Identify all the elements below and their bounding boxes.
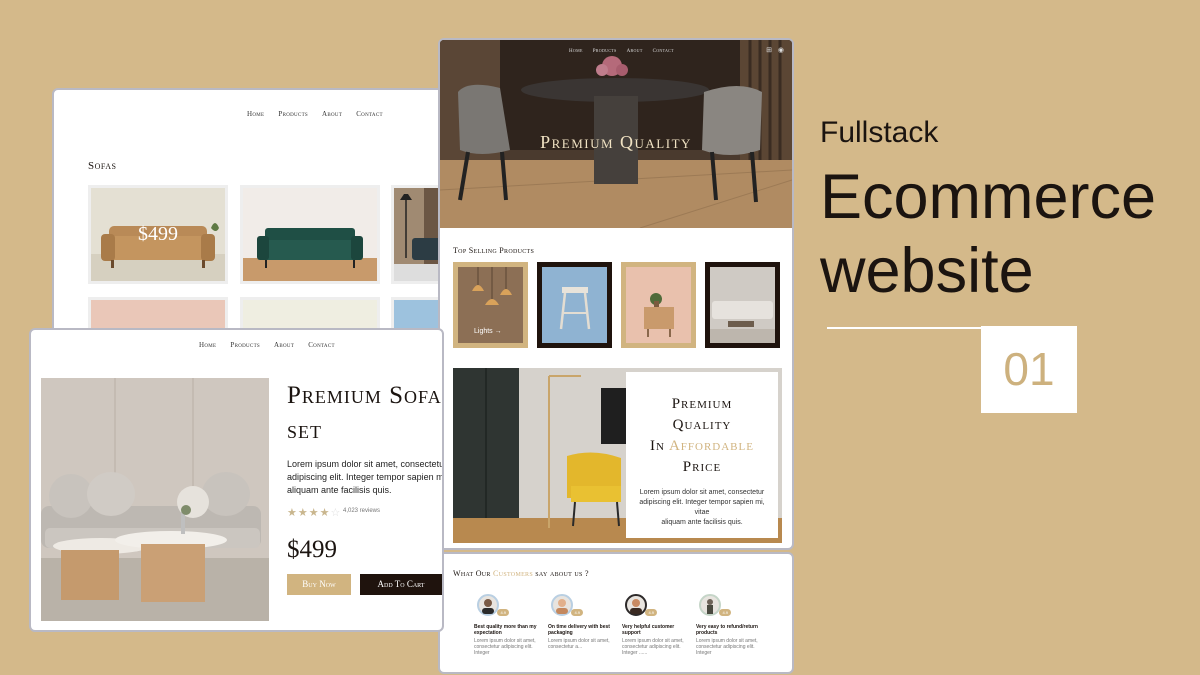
headline-line1: Ecommerce [820,162,1157,232]
nav-about[interactable]: About [627,48,643,54]
top-nav: Home Products About Contact [569,48,674,54]
living-room-image [41,378,269,621]
headline-title: Ecommerce website [820,160,1156,308]
product-detail-screenshot: Home Products About Contact Premium Sofa [29,328,444,632]
nav-products[interactable]: Products [278,110,308,118]
home-page-screenshot: Home Products About Contact ⊞ ◉ Premium … [438,38,794,550]
product-tile-lights[interactable]: Lights → [453,262,528,348]
product-title-line1: Premium Sofa [287,382,442,409]
episode-number: 01 [981,326,1077,413]
page-title: Sofas [88,160,117,172]
rating-badge: 4.9 [719,609,731,616]
nav-home[interactable]: Home [569,48,583,54]
sofas-page-screenshot: Home Products About Contact Sofas $499 [52,88,452,338]
avatar: 4.9 [699,594,731,616]
customer-photo-icon [482,599,494,614]
testimonial-body: Lorem ipsum dolor sit amet, consectetur a… [696,638,758,656]
desc-line: Lorem ipsum dolor sit amet, consectetur [639,489,765,496]
desc-line: Lorem ipsum dolor sit amet, consectetur [287,459,444,469]
avatar: 4.9 [477,594,509,616]
star-empty-icon: ☆ [330,507,342,519]
promo-card: Premium Quality In Affordable Price Lore… [626,372,778,538]
testimonial-body: Lorem ipsum dolor sit amet, consectetur a… [548,638,610,650]
testimonial-heading: Best quality more than my expectation [474,624,537,636]
nav-home[interactable]: Home [247,110,264,118]
promo-title-line2: Quality [672,417,732,433]
desc-line: aliquam ante facilisis quis. [287,485,392,495]
nav-home[interactable]: Home [199,341,216,349]
section-title: Top Selling Products [453,246,535,255]
promo-title-line4: Price [682,459,722,475]
testimonial-body: Lorem ipsum dolor sit amet, consectetur a… [622,638,684,656]
living-room-thumb-image [710,267,775,343]
arrow-right-icon: → [494,328,502,335]
testimonial-card: 4.9 Very easy to refund/return products L… [696,594,766,656]
nav-products[interactable]: Products [230,341,260,349]
green-sofa-image [243,228,377,281]
cart-icon[interactable]: ⊞ [766,46,772,54]
nav-about[interactable]: About [274,341,294,349]
top-nav: Home Products About Contact [247,110,383,118]
star-rating: ★★★★☆ [287,506,341,519]
product-price: $499 [287,536,337,563]
user-icon[interactable]: ◉ [778,46,784,54]
promo-section: Premium Quality In Affordable Price Lore… [453,368,782,543]
product-tile-living-room[interactable] [705,262,780,348]
nav-contact[interactable]: Contact [308,341,335,349]
headline-line2: website [820,236,1034,306]
stool-image [542,267,607,343]
nav-contact[interactable]: Contact [653,48,674,54]
buy-now-button[interactable]: Buy Now [287,574,351,595]
product-title: Premium Sofa set [287,378,442,448]
hero-banner: Home Products About Contact ⊞ ◉ Premium … [440,40,792,228]
testimonial-card: 4.9 Very helpful customer support Lorem i… [622,594,692,656]
product-image [41,378,269,621]
top-nav: Home Products About Contact [199,341,335,349]
headline-divider [827,327,983,329]
promo-accent-text: Affordable [668,438,754,454]
add-to-cart-button[interactable]: Add To Cart [360,574,442,595]
tile-label: Lights → [474,328,502,335]
testimonial-heading: Very easy to refund/return products [696,624,758,636]
rating-badge: 4.9 [571,609,583,616]
headline-subtitle: Fullstack [820,116,939,149]
nav-contact[interactable]: Contact [356,110,383,118]
product-tile-stool[interactable] [537,262,612,348]
promo-title-line3: In Affordable [650,438,754,454]
desc-line: aliquam ante facilisis quis. [661,519,743,526]
rating-badge: 4.9 [497,609,509,616]
avatar: 4.9 [551,594,583,616]
product-tile-cabinet[interactable] [621,262,696,348]
avatar: 4.9 [625,594,657,616]
customer-photo-icon [556,599,568,614]
promo-description: Lorem ipsum dolor sit amet, consectetur … [634,488,770,528]
review-count: 4,023 reviews [343,508,381,514]
featured-price: $499 [138,223,178,246]
product-title-line2: set [287,417,323,444]
promo-title: Premium Quality In Affordable Price [626,394,778,478]
testimonial-heading: Very helpful customer support [622,624,675,636]
testimonial-body: Lorem ipsum dolor sit amet, consectetur a… [474,638,536,656]
testimonials-screenshot: What Our Customers say about us ? 4.9 Be… [438,552,794,674]
testimonial-card: 4.9 Best quality more than my expectation… [474,594,544,656]
desc-line: adipiscing elit. Integer tempor sapien m… [287,472,444,482]
cabinet-image [626,267,691,343]
product-description: Lorem ipsum dolor sit amet, consectetur … [287,458,444,497]
stars-filled-icon: ★★★★ [287,507,331,519]
product-card-green-sofa[interactable] [240,185,380,284]
nav-about[interactable]: About [322,110,342,118]
hero-title: Premium Quality [540,132,692,152]
promo-title-line1: Premium [671,396,733,412]
customer-photo-icon [630,599,642,614]
product-card-tan-sofa[interactable]: $499 [88,185,228,284]
testimonial-heading: On time delivery with best packaging [548,624,610,636]
rating-badge: 4.9 [645,609,657,616]
desc-line: adipiscing elit. Integer tempor sapien m… [639,499,765,516]
testimonials-title: What Our Customers say about us ? [453,569,589,578]
customers-accent-text: Customers [493,569,533,578]
nav-products[interactable]: Products [593,48,617,54]
customer-photo-icon [707,599,713,614]
testimonial-card: 4.9 On time delivery with best packaging … [548,594,618,650]
